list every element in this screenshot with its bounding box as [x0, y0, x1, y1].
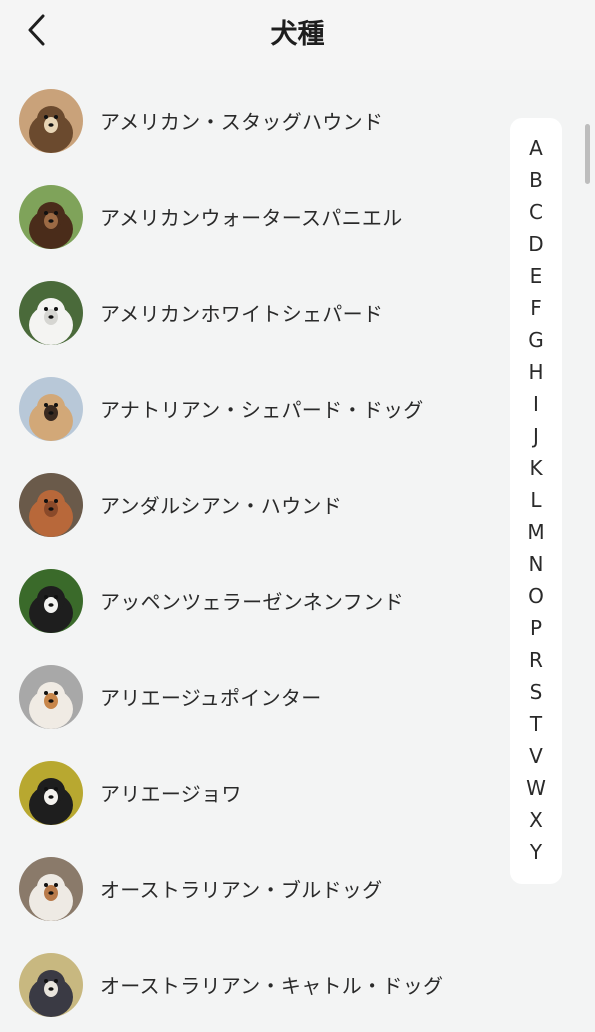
index-letter[interactable]: B	[510, 168, 562, 192]
index-letter[interactable]: F	[510, 296, 562, 320]
breed-avatar	[19, 857, 83, 921]
index-letter[interactable]: N	[510, 552, 562, 576]
page-title: 犬種	[270, 19, 325, 50]
breed-avatar	[19, 761, 83, 825]
breed-avatar	[19, 473, 83, 537]
breed-name: アナトリアン・シェパード・ドッグ	[100, 398, 424, 422]
breed-row[interactable]: アメリカンウォータースパニエル	[0, 168, 500, 264]
breed-avatar	[19, 377, 83, 441]
breed-name: アメリカンウォータースパニエル	[100, 206, 403, 230]
breed-row[interactable]: アメリカン・スタッグハウンド	[0, 72, 500, 168]
breed-avatar	[19, 89, 83, 153]
scrollbar[interactable]	[585, 124, 590, 184]
breed-row[interactable]: アッペンツェラーゼンネンフンド	[0, 552, 500, 648]
index-letter[interactable]: R	[510, 648, 562, 672]
index-letter[interactable]: J	[510, 424, 562, 448]
index-letter[interactable]: S	[510, 680, 562, 704]
breed-avatar	[19, 953, 83, 1017]
index-letter[interactable]: K	[510, 456, 562, 480]
index-letter[interactable]: W	[510, 776, 562, 800]
breed-name: オーストラリアン・ブルドッグ	[100, 878, 383, 902]
index-letter[interactable]: G	[510, 328, 562, 352]
index-letter[interactable]: X	[510, 808, 562, 832]
breed-name: アリエージュポインター	[100, 686, 322, 710]
breed-avatar	[19, 185, 83, 249]
breed-row[interactable]: オーストラリアン・キャトル・ドッグ	[0, 936, 500, 1032]
breed-name: アメリカンホワイトシェパード	[100, 302, 384, 326]
index-letter[interactable]: P	[510, 616, 562, 640]
breed-row[interactable]: アナトリアン・シェパード・ドッグ	[0, 360, 500, 456]
breed-row[interactable]: アリエージョワ	[0, 744, 500, 840]
index-letter[interactable]: C	[510, 200, 562, 224]
breed-name: アンダルシアン・ハウンド	[100, 494, 342, 518]
index-letter[interactable]: H	[510, 360, 562, 384]
index-letter[interactable]: A	[510, 136, 562, 160]
breed-name: オーストラリアン・キャトル・ドッグ	[100, 974, 444, 998]
breed-row[interactable]: オーストラリアン・ブルドッグ	[0, 840, 500, 936]
index-letter[interactable]: L	[510, 488, 562, 512]
index-letter[interactable]: E	[510, 264, 562, 288]
breed-avatar	[19, 281, 83, 345]
header-bar: 犬種	[0, 0, 595, 70]
index-letter[interactable]: M	[510, 520, 562, 544]
breed-list: アメリカン・スタッグハウンド アメリカンウォータースパニエル アメリカンホワイトシェ…	[0, 72, 500, 1032]
index-letter[interactable]: V	[510, 744, 562, 768]
breed-name: アリエージョワ	[100, 782, 242, 806]
breed-name: アメリカン・スタッグハウンド	[100, 110, 384, 134]
index-letter[interactable]: O	[510, 584, 562, 608]
index-letter[interactable]: I	[510, 392, 562, 416]
breed-row[interactable]: アンダルシアン・ハウンド	[0, 456, 500, 552]
breed-avatar	[19, 665, 83, 729]
breed-name: アッペンツェラーゼンネンフンド	[100, 590, 404, 614]
breed-avatar	[19, 569, 83, 633]
index-letter[interactable]: Y	[510, 840, 562, 864]
breed-row[interactable]: アリエージュポインター	[0, 648, 500, 744]
breed-row[interactable]: アメリカンホワイトシェパード	[0, 264, 500, 360]
index-letter[interactable]: T	[510, 712, 562, 736]
index-letter[interactable]: D	[510, 232, 562, 256]
alphabet-index[interactable]: ABCDEFGHIJKLMNOPRSTVWXY	[510, 118, 562, 884]
